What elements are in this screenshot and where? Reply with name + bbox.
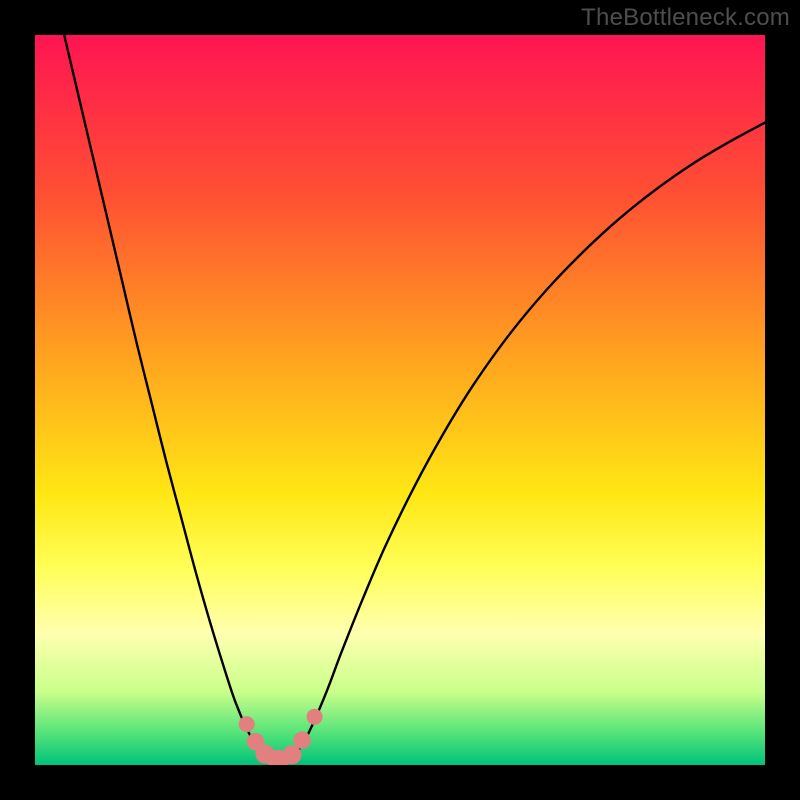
- outer-frame: TheBottleneck.com: [0, 0, 800, 800]
- plot-area: [35, 35, 765, 765]
- chart-svg: [35, 35, 765, 765]
- marker-point: [307, 709, 323, 725]
- marker-point: [239, 716, 255, 732]
- watermark-text: TheBottleneck.com: [581, 4, 790, 32]
- gradient-background: [35, 35, 765, 765]
- marker-point: [293, 731, 311, 749]
